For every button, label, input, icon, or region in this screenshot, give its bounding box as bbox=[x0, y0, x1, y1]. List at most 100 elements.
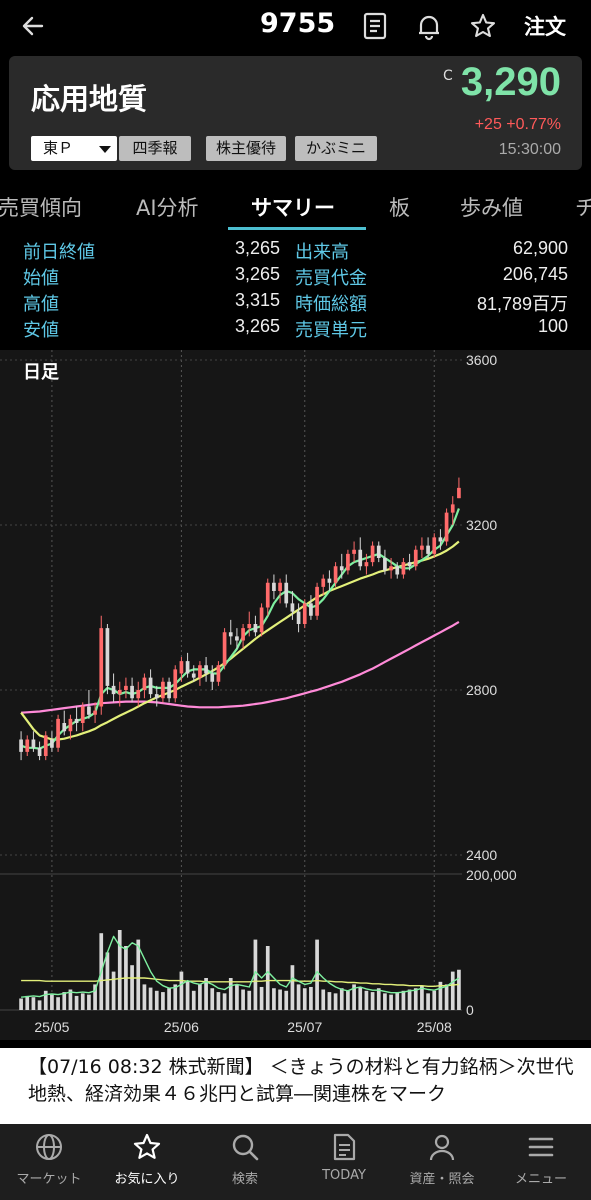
tag-shikiho[interactable]: 四季報 bbox=[119, 136, 191, 161]
volume-bar bbox=[364, 990, 369, 1010]
candle-body bbox=[401, 562, 406, 575]
volume-bar bbox=[284, 990, 289, 1010]
candle-body bbox=[426, 545, 430, 554]
nav-market-label: マーケット bbox=[16, 1172, 82, 1187]
candle-body bbox=[315, 586, 319, 616]
volume-bar bbox=[401, 990, 406, 1010]
candle-body bbox=[216, 665, 221, 682]
news-ticker[interactable]: 【07/16 08:32 株式新聞】 ＜きょうの材料と有力銘柄＞次世代地熱、経済… bbox=[0, 1048, 591, 1124]
candle-body bbox=[191, 673, 196, 678]
nav-market[interactable]: マーケット bbox=[0, 1124, 98, 1200]
summary-label-trading-value: 売買代金 bbox=[295, 268, 367, 289]
bell-icon[interactable] bbox=[414, 11, 444, 41]
volume-bar bbox=[358, 986, 363, 1010]
exchange-dropdown[interactable]: 東Ｐ bbox=[31, 136, 117, 161]
tab-order-book[interactable]: 板 bbox=[389, 192, 410, 222]
volume-bar bbox=[296, 984, 301, 1010]
candle-body bbox=[124, 685, 128, 690]
price-axis-label: 2400 bbox=[466, 847, 497, 863]
news-icon bbox=[333, 1133, 356, 1161]
summary-label-open: 始値 bbox=[23, 268, 59, 289]
volume-bar bbox=[413, 988, 418, 1010]
tab-ai-analysis[interactable]: AI分析 bbox=[136, 192, 199, 222]
x-axis-label: 25/07 bbox=[287, 1019, 322, 1035]
volume-bar bbox=[148, 987, 153, 1010]
volume-bar bbox=[80, 993, 85, 1010]
volume-bar bbox=[222, 993, 227, 1010]
exchange-label: 東Ｐ bbox=[43, 139, 74, 157]
candle-body bbox=[284, 582, 289, 604]
price-axis-label: 3200 bbox=[466, 517, 497, 533]
candle-body bbox=[327, 578, 332, 583]
nav-search[interactable]: 検索 bbox=[196, 1124, 294, 1200]
tab-chart[interactable]: チ bbox=[575, 192, 591, 222]
candle-body bbox=[142, 677, 147, 690]
volume-bar bbox=[62, 992, 67, 1010]
volume-bar bbox=[142, 984, 147, 1010]
summary-value-market-cap: 81,789百万 bbox=[476, 294, 568, 314]
candle-body bbox=[185, 661, 190, 674]
nav-today[interactable]: TODAY bbox=[295, 1124, 393, 1200]
volume-bar bbox=[167, 988, 171, 1010]
candle-body bbox=[290, 603, 295, 612]
company-name: 応用地質 bbox=[31, 82, 148, 116]
top-bar: 9755 注文 bbox=[0, 0, 591, 52]
volume-bar bbox=[87, 994, 91, 1010]
candle-body bbox=[173, 669, 178, 699]
candle-body bbox=[309, 603, 313, 616]
candle-body bbox=[272, 582, 276, 591]
candle-body bbox=[198, 665, 202, 678]
stock-chart[interactable]: 25/05 25/06 25/07 25/08 3600 3200 2800 2400 200,… bbox=[0, 350, 591, 1040]
candle-body bbox=[43, 735, 48, 756]
summary-value-open: 3,265 bbox=[234, 264, 280, 284]
volume-bar bbox=[235, 984, 239, 1010]
volume-bar bbox=[407, 989, 412, 1010]
bottom-navigation: マーケット お気に入り 検索 TODAY 資産・照会 メニュー bbox=[0, 1124, 591, 1200]
candle-body bbox=[87, 706, 91, 715]
nav-assets[interactable]: 資産・照会 bbox=[393, 1124, 491, 1200]
tab-trading-trend[interactable]: 売買傾向 bbox=[0, 192, 82, 222]
price-axis-label: 3600 bbox=[466, 352, 497, 368]
current-price: 3,290 bbox=[460, 60, 561, 104]
summary-label-volume: 出来高 bbox=[295, 242, 349, 263]
volume-bar bbox=[376, 988, 381, 1010]
price-change: +25 +0.77% bbox=[474, 116, 561, 133]
tab-summary[interactable]: サマリー bbox=[251, 192, 335, 222]
volume-bar bbox=[191, 990, 196, 1010]
nav-today-label: TODAY bbox=[322, 1168, 366, 1183]
star-icon[interactable] bbox=[468, 11, 498, 41]
candle-body bbox=[333, 566, 338, 583]
tab-tick-history[interactable]: 歩み値 bbox=[460, 192, 523, 222]
order-button[interactable]: 注文 bbox=[524, 11, 566, 41]
volume-bar bbox=[444, 984, 449, 1010]
volume-bar bbox=[19, 998, 23, 1010]
tag-shareholder-benefits[interactable]: 株主優待 bbox=[206, 136, 286, 161]
nav-menu-label: メニュー bbox=[514, 1172, 567, 1187]
tag-kabumini[interactable]: かぶミニ bbox=[295, 136, 377, 161]
candle-body bbox=[105, 628, 110, 686]
candle-body bbox=[450, 504, 455, 513]
candle-body bbox=[259, 607, 264, 633]
volume-bar bbox=[37, 1000, 42, 1010]
volume-bar bbox=[450, 971, 455, 1010]
caret-down-icon bbox=[99, 146, 111, 153]
summary-panel: 前日終値 3,265 始値 3,265 高値 3,315 安値 3,265 出来… bbox=[0, 236, 591, 346]
nav-menu[interactable]: メニュー bbox=[492, 1124, 590, 1200]
nav-favorites[interactable]: お気に入り bbox=[98, 1124, 196, 1200]
volume-bar bbox=[154, 990, 159, 1010]
volume-bar bbox=[370, 992, 375, 1010]
candle-body bbox=[148, 677, 153, 695]
candle-body bbox=[296, 611, 301, 624]
candle-body bbox=[93, 710, 97, 715]
volume-bar bbox=[111, 971, 116, 1010]
document-icon[interactable] bbox=[360, 11, 390, 41]
back-arrow-icon[interactable] bbox=[18, 11, 48, 41]
volume-bar bbox=[259, 986, 264, 1010]
candle-body bbox=[352, 549, 356, 554]
candle-body bbox=[74, 718, 79, 723]
candle-body bbox=[383, 558, 387, 571]
volume-bar bbox=[265, 946, 270, 1010]
volume-bar bbox=[290, 965, 295, 1010]
candle-body bbox=[31, 739, 36, 748]
summary-value-high: 3,315 bbox=[234, 290, 280, 310]
